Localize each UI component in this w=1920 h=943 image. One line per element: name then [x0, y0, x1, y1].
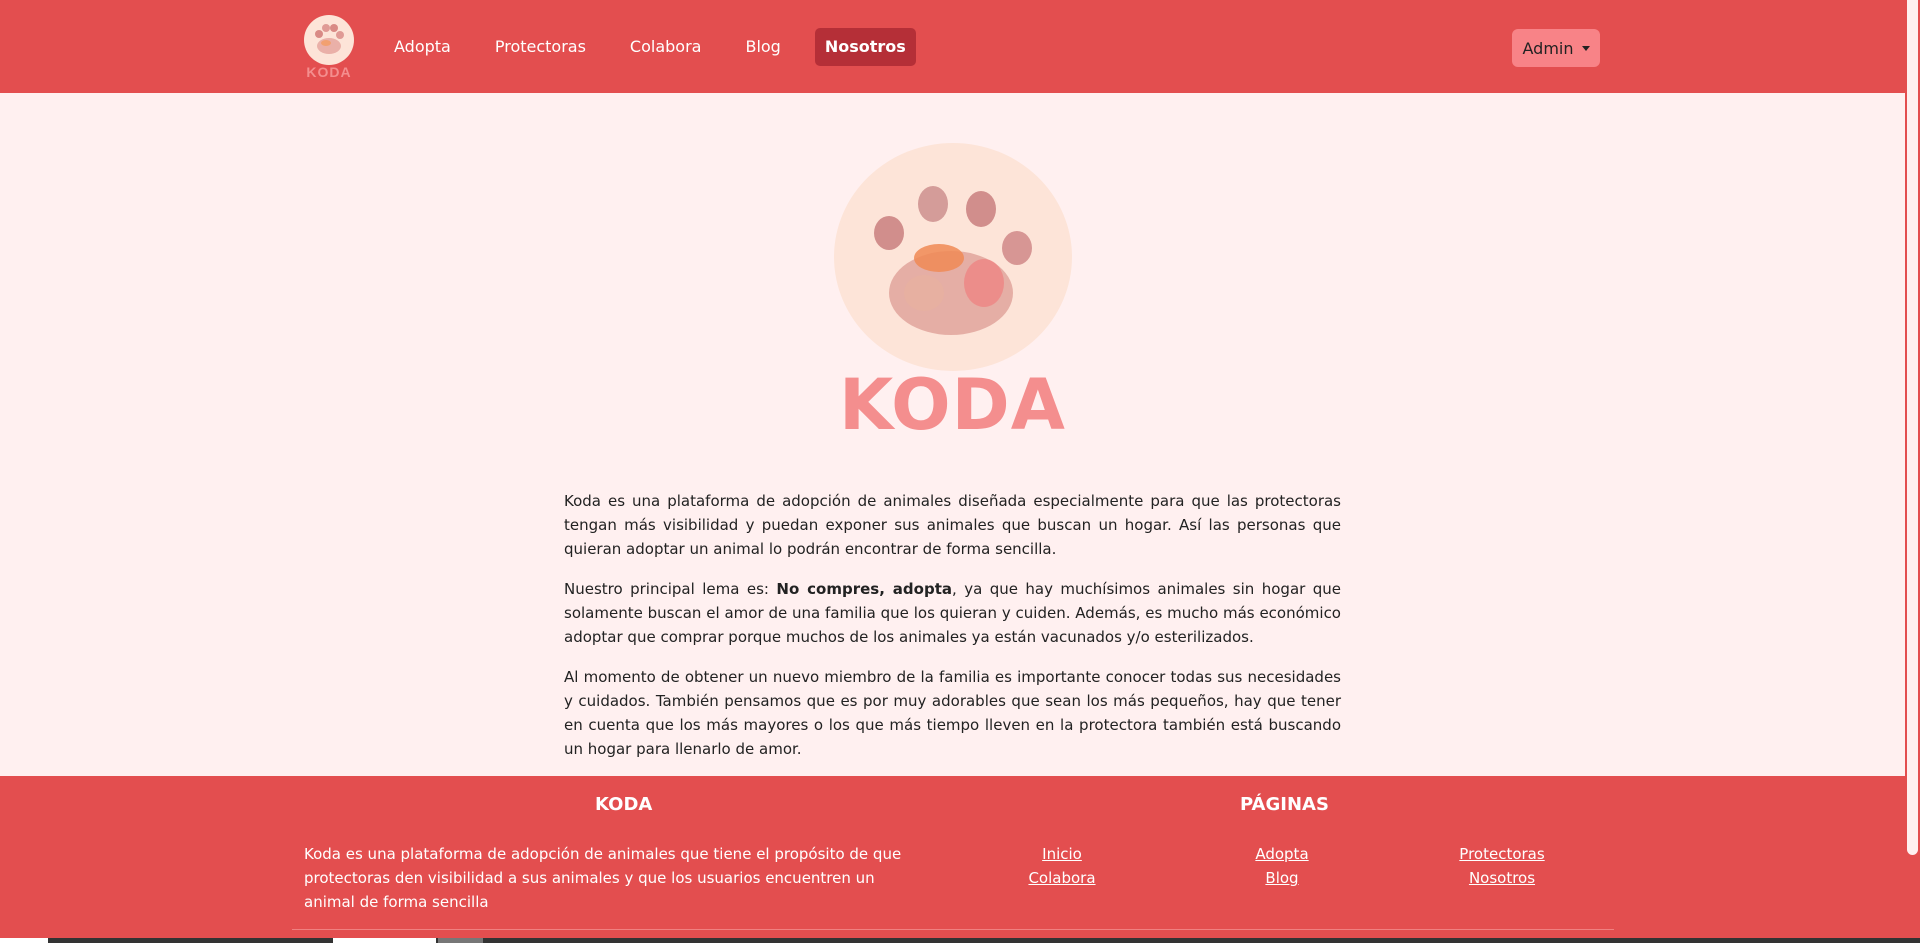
footer-pages-title: PÁGINAS	[1240, 794, 1329, 815]
nav-protectoras[interactable]: Protectoras	[485, 28, 596, 66]
about-paragraph-1: Koda es una plataforma de adopción de an…	[564, 492, 1341, 558]
footer-link-blog[interactable]: Blog	[1231, 866, 1333, 890]
footer-links-col-1: Inicio Colabora	[1011, 842, 1113, 890]
brand-logo-link[interactable]: KODA	[303, 15, 355, 80]
admin-dropdown-button[interactable]: Admin	[1512, 29, 1600, 67]
footer-link-inicio[interactable]: Inicio	[1011, 842, 1113, 866]
about-content: Koda es una plataforma de adopción de an…	[564, 489, 1341, 777]
taskbar-segment	[438, 938, 483, 943]
scrollbar-thumb[interactable]	[1907, 0, 1918, 855]
hero-title: KODA	[839, 364, 1066, 446]
caret-down-icon	[1581, 45, 1590, 51]
paw-icon	[874, 186, 1032, 335]
footer-about-title: KODA	[595, 794, 653, 815]
nav-colabora[interactable]: Colabora	[620, 28, 712, 66]
nav-blog[interactable]: Blog	[735, 28, 790, 66]
nav-adopta[interactable]: Adopta	[384, 28, 461, 66]
taskbar-segment	[48, 938, 333, 943]
admin-label: Admin	[1522, 38, 1574, 58]
footer-about-text: Koda es una plataforma de adopción de an…	[304, 845, 902, 911]
taskbar-segment	[436, 938, 1920, 943]
footer-links-col-2: Adopta Blog	[1231, 842, 1333, 890]
about-paragraph-3: Al momento de obtener un nuevo miembro d…	[564, 668, 1341, 758]
footer-link-protectoras[interactable]: Protectoras	[1441, 842, 1563, 866]
navbar: KODA Adopta Protectoras Colabora Blog No…	[0, 0, 1905, 93]
taskbar-strip	[0, 938, 1920, 943]
footer-divider	[292, 929, 1614, 930]
motto-bold: No compres, adopta	[776, 580, 952, 598]
nav-nosotros[interactable]: Nosotros	[814, 28, 916, 66]
footer: KODA PÁGINAS Koda es una plataforma de a…	[0, 776, 1905, 943]
footer-link-nosotros[interactable]: Nosotros	[1441, 866, 1563, 890]
footer-link-colabora[interactable]: Colabora	[1011, 866, 1113, 890]
footer-link-adopta[interactable]: Adopta	[1231, 842, 1333, 866]
main-nav: Adopta Protectoras Colabora Blog Nosotro…	[384, 28, 940, 66]
hero-paw-logo	[834, 143, 1072, 371]
motto-prefix: Nuestro principal lema es:	[564, 580, 777, 598]
brand-name: KODA	[306, 64, 352, 80]
paw-icon	[304, 15, 354, 65]
footer-links-col-3: Protectoras Nosotros	[1441, 842, 1563, 890]
about-paragraph-2: Nuestro principal lema es: No compres, a…	[564, 577, 1341, 649]
